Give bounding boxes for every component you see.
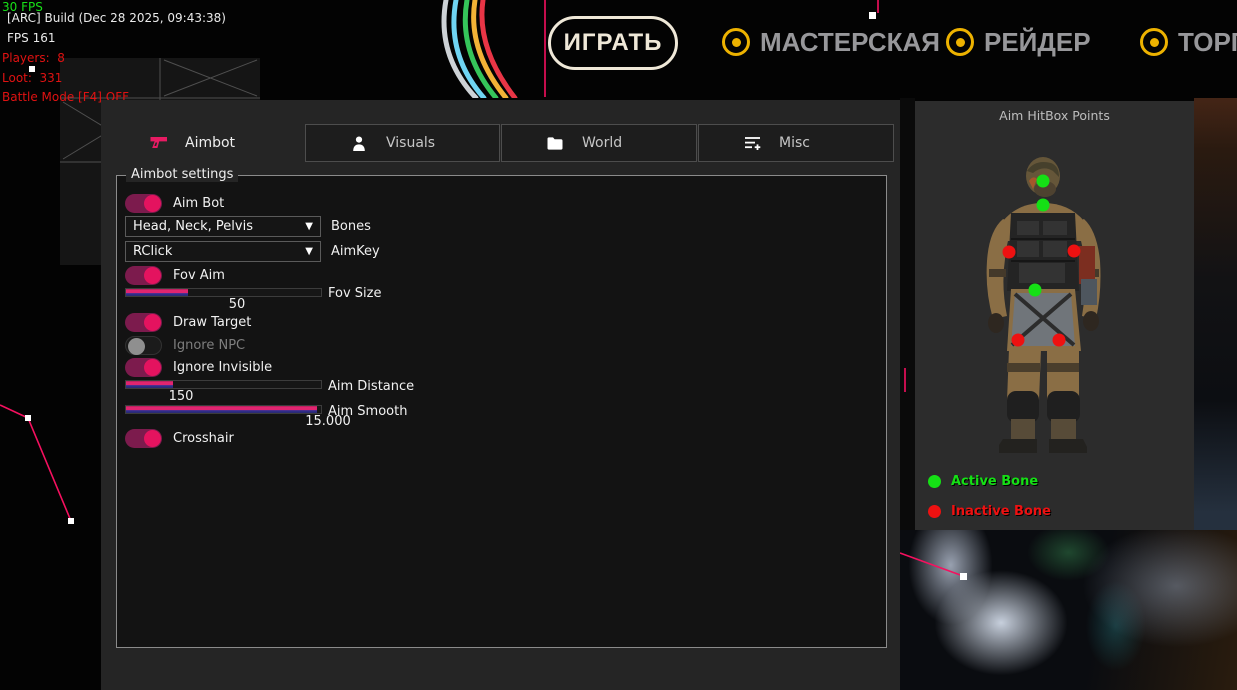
menu-item-trade-label: ТОРГО <box>1178 27 1237 58</box>
fov-size-slider-fill <box>126 289 188 296</box>
legend-active-bone: Active Bone <box>928 474 1038 489</box>
aim-bot-toggle[interactable] <box>125 194 162 213</box>
fov-size-value: 50 <box>217 297 257 312</box>
aim-distance-value: 150 <box>161 389 201 404</box>
fps-counter-label: FPS 161 <box>7 31 55 45</box>
aim-distance-slider[interactable] <box>125 380 322 389</box>
aimkey-label: AimKey <box>331 244 380 259</box>
sliders-plus-icon <box>743 135 761 151</box>
screen: 30 FPS [ARC] Build (Dec 28 2025, 09:43:3… <box>0 0 1237 690</box>
crosshair-toggle[interactable] <box>125 429 162 448</box>
pistol-icon <box>150 135 168 151</box>
rainbow-streak <box>428 0 558 98</box>
chevron-down-icon: ▼ <box>305 221 320 232</box>
tab-visuals[interactable]: Visuals <box>305 124 500 162</box>
bones-dropdown[interactable]: Head, Neck, Pelvis ▼ <box>125 216 321 237</box>
aimkey-dropdown-value: RClick <box>126 244 305 259</box>
menu-item-workshop[interactable]: МАСТЕРСКАЯ <box>722 25 940 59</box>
menu-item-raider[interactable]: РЕЙДЕР <box>946 25 1091 59</box>
ignore-npc-label: Ignore NPC <box>173 338 245 353</box>
aimkey-dropdown[interactable]: RClick ▼ <box>125 241 321 262</box>
play-button[interactable]: ИГРАТЬ <box>548 16 678 70</box>
active-bone-label: Active Bone <box>951 474 1038 489</box>
tab-aimbot[interactable]: Aimbot <box>131 124 301 162</box>
trade-icon <box>1140 28 1168 56</box>
ignore-invisible-toggle[interactable] <box>125 358 162 377</box>
bones-label: Bones <box>331 219 371 234</box>
players-count-label: Players: 8 <box>2 51 65 65</box>
workshop-icon <box>722 28 750 56</box>
hitbox-panel-title: Aim HitBox Points <box>915 108 1194 123</box>
fov-aim-label: Fov Aim <box>173 268 225 283</box>
aim-distance-slider-fill <box>126 381 173 388</box>
ignore-npc-row: Ignore NPC <box>125 336 245 355</box>
draw-target-label: Draw Target <box>173 315 251 330</box>
neck-bone-dot <box>1037 199 1050 212</box>
tab-visuals-label: Visuals <box>386 135 435 151</box>
player-model <box>963 151 1123 461</box>
background-gap <box>900 98 915 530</box>
fov-size-label: Fov Size <box>328 286 381 301</box>
menu-item-workshop-label: МАСТЕРСКАЯ <box>760 27 940 58</box>
fov-size-slider[interactable] <box>125 288 322 297</box>
left-hip-bone-dot <box>1012 334 1025 347</box>
inactive-bone-dot-icon <box>928 505 941 518</box>
aim-distance-label: Aim Distance <box>328 379 414 394</box>
aimbot-settings-group: Aimbot settings Aim Bot Head, Neck, Pelv… <box>116 175 887 648</box>
cheat-panel: Aimbot Visuals World Misc Aimbot setting… <box>101 100 900 690</box>
background-scene <box>900 530 1237 690</box>
loot-count-label: Loot: 331 <box>2 71 62 85</box>
right-hip-bone-dot <box>1053 334 1066 347</box>
crosshair-label: Crosshair <box>173 431 234 446</box>
legend-inactive-bone: Inactive Bone <box>928 504 1051 519</box>
crosshair-row: Crosshair <box>125 429 234 448</box>
menu-item-trade[interactable]: ТОРГО <box>1140 25 1237 59</box>
fov-aim-row: Fov Aim <box>125 266 225 285</box>
raider-icon <box>946 28 974 56</box>
aim-smooth-value: 15.000 <box>298 414 358 429</box>
active-bone-dot-icon <box>928 475 941 488</box>
ignore-invisible-label: Ignore Invisible <box>173 360 272 375</box>
folder-icon <box>546 135 564 151</box>
tab-world-label: World <box>582 135 622 151</box>
tab-misc[interactable]: Misc <box>698 124 894 162</box>
pelvis-bone-dot <box>1029 284 1042 297</box>
left-shoulder-bone-dot <box>1003 246 1016 259</box>
aim-smooth-slider-fill <box>126 406 317 413</box>
draw-target-row: Draw Target <box>125 313 251 332</box>
chevron-down-icon: ▼ <box>305 246 320 257</box>
menu-item-raider-label: РЕЙДЕР <box>984 27 1091 58</box>
ignore-npc-toggle[interactable] <box>125 336 162 355</box>
build-info-label: [ARC] Build (Dec 28 2025, 09:43:38) <box>7 11 226 25</box>
tab-misc-label: Misc <box>779 135 810 151</box>
aim-smooth-slider[interactable] <box>125 405 322 414</box>
aim-bot-row: Aim Bot <box>125 194 224 213</box>
head-bone-dot <box>1037 175 1050 188</box>
inactive-bone-label: Inactive Bone <box>951 504 1051 519</box>
bones-dropdown-value: Head, Neck, Pelvis <box>126 219 305 234</box>
tab-world[interactable]: World <box>501 124 697 162</box>
ignore-invisible-row: Ignore Invisible <box>125 358 272 377</box>
draw-target-toggle[interactable] <box>125 313 162 332</box>
hitbox-panel: Aim HitBox Points <box>915 101 1194 530</box>
fov-aim-toggle[interactable] <box>125 266 162 285</box>
person-icon <box>350 135 368 151</box>
play-button-label: ИГРАТЬ <box>564 29 663 57</box>
background-scene-right <box>1194 98 1237 530</box>
aim-bot-label: Aim Bot <box>173 196 224 211</box>
tab-aimbot-label: Aimbot <box>185 135 235 151</box>
aimbot-settings-title: Aimbot settings <box>126 167 238 182</box>
right-shoulder-bone-dot <box>1068 245 1081 258</box>
